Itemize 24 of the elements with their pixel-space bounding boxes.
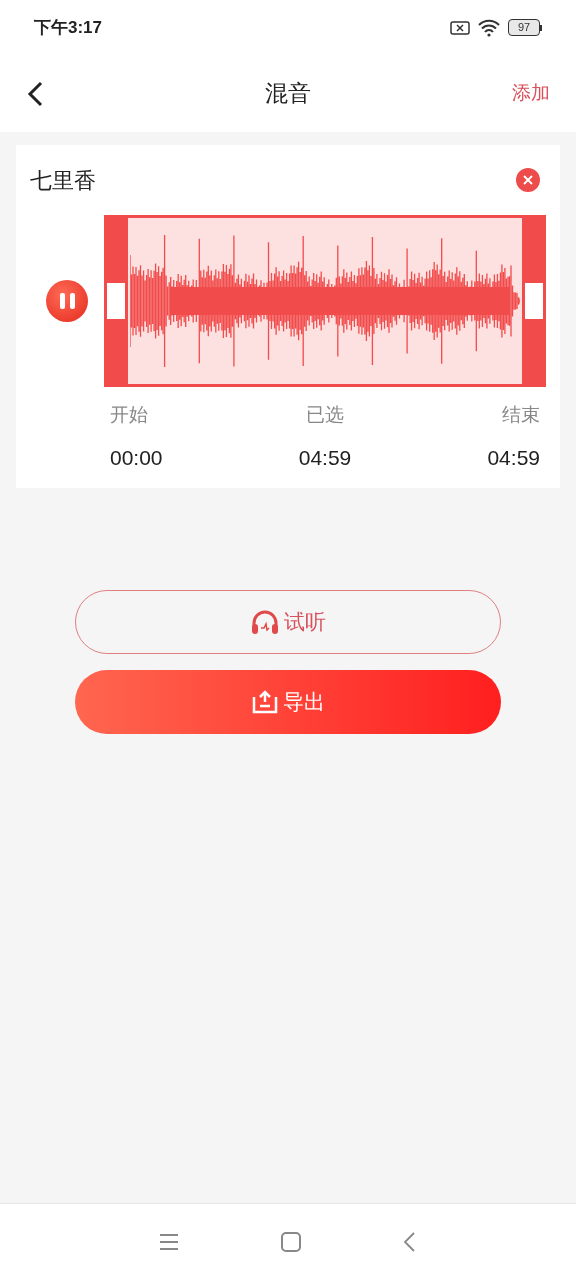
marker-time: 00:00 — [110, 444, 163, 471]
pause-button[interactable] — [46, 280, 88, 322]
headphones-icon — [250, 609, 280, 635]
add-button[interactable]: 添加 — [512, 79, 550, 108]
battery-icon: 97 — [508, 19, 542, 36]
end-handle[interactable] — [522, 215, 546, 387]
marker-label: 已选 — [306, 403, 344, 427]
page-title: 混音 — [265, 79, 311, 109]
marker-label: 开始 — [110, 403, 148, 427]
back-icon[interactable] — [26, 80, 44, 107]
sim-icon — [450, 19, 470, 36]
close-button[interactable] — [516, 168, 540, 192]
upload-icon — [251, 689, 279, 715]
home-icon[interactable] — [280, 1231, 302, 1253]
close-icon — [522, 174, 534, 186]
export-button[interactable]: 导出 — [75, 670, 501, 734]
wifi-icon — [478, 18, 500, 37]
marker-label: 结束 — [502, 403, 540, 427]
marker-time: 04:59 — [298, 444, 352, 471]
status-time: 下午3:17 — [34, 16, 103, 39]
menu-icon[interactable] — [158, 1232, 180, 1252]
marker-time: 04:59 — [487, 444, 540, 471]
track-name: 七里香 — [30, 166, 96, 195]
start-handle[interactable] — [104, 215, 128, 387]
